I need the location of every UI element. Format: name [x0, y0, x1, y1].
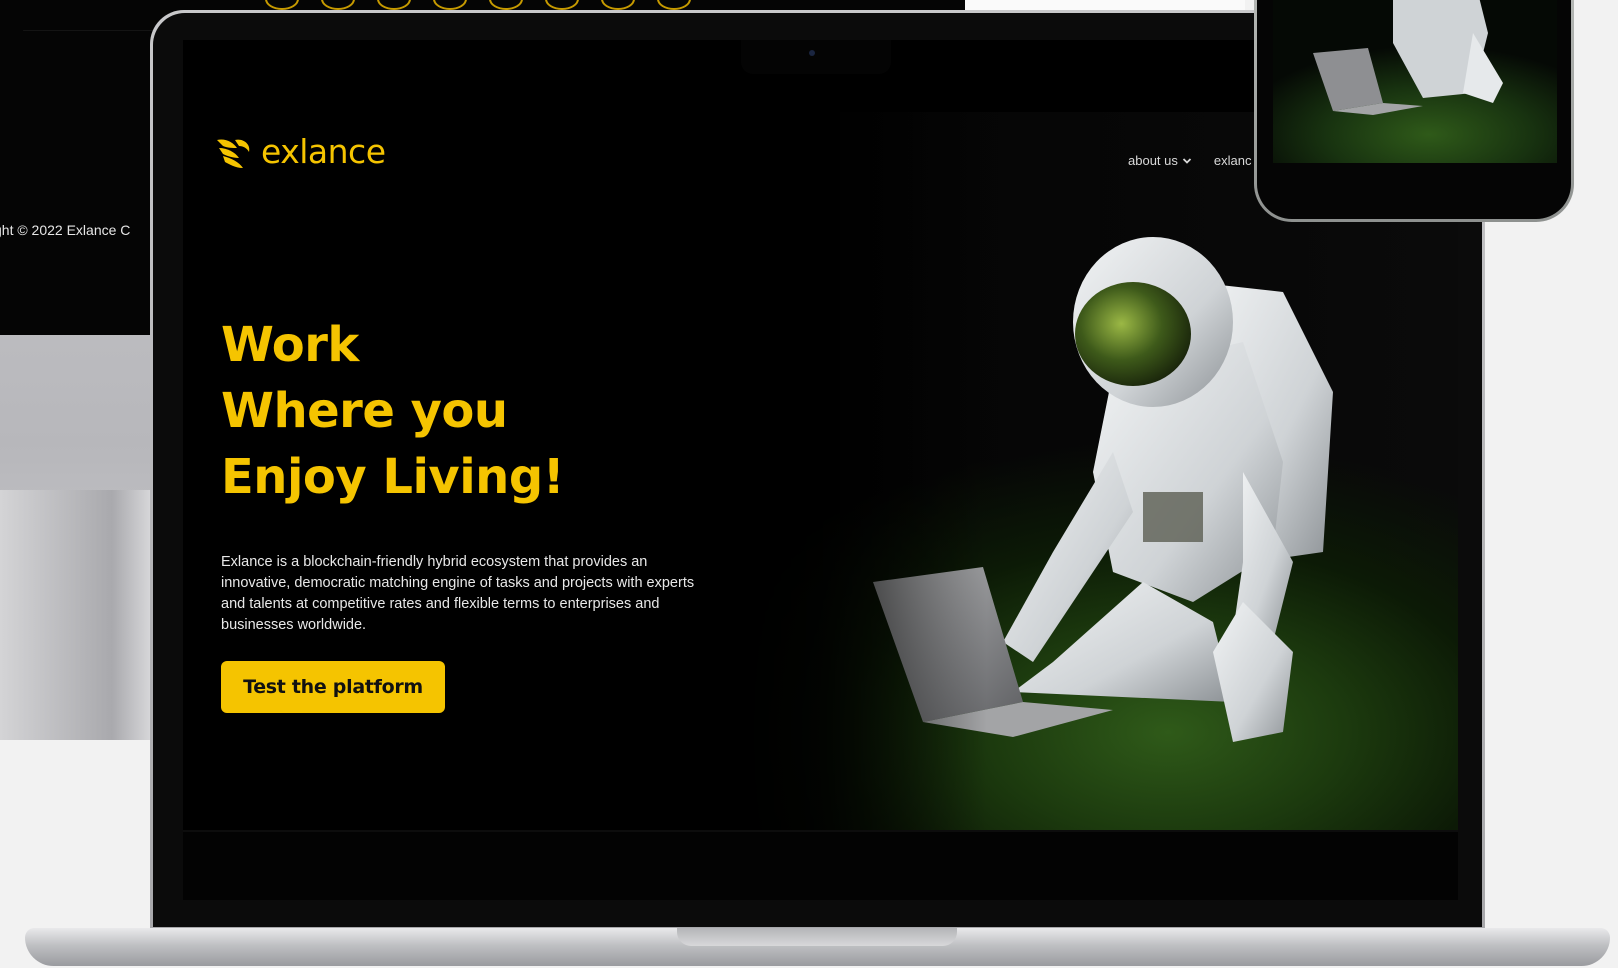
ring-decoration — [601, 0, 635, 10]
hero-description: Exlance is a blockchain-friendly hybrid … — [221, 554, 695, 633]
ring-decoration — [377, 0, 411, 10]
hero-title-line: Enjoy Living! — [221, 449, 565, 505]
background-ring-row — [265, 0, 691, 10]
laptop-base-groove — [677, 928, 957, 946]
ring-decoration — [657, 0, 691, 10]
top-navigation: about us exlanc — [1128, 153, 1251, 168]
ring-decoration — [433, 0, 467, 10]
hero-title: Work Where you Enjoy Living! — [221, 312, 565, 510]
background-copyright-text: ght © 2022 Exlance C — [0, 222, 131, 238]
laptop-base — [25, 928, 1610, 966]
test-platform-button[interactable]: Test the platform — [221, 661, 445, 713]
hero-title-line: Where you — [221, 383, 508, 439]
phone-mockup — [1254, 0, 1574, 222]
ring-decoration — [545, 0, 579, 10]
laptop-notch — [741, 40, 891, 74]
chevron-down-icon — [1182, 157, 1192, 164]
background-monitor-stand — [0, 490, 160, 740]
exlance-bird-logo-icon — [217, 138, 250, 168]
screen-bottom-band — [183, 830, 1458, 900]
ring-decoration — [265, 0, 299, 10]
ring-decoration — [489, 0, 523, 10]
nav-item-label: exlanc — [1213, 153, 1252, 168]
phone-astronaut-illustration — [1313, 0, 1503, 115]
background-top-strip — [965, 0, 1245, 10]
nav-item-label: about us — [1128, 153, 1178, 168]
nav-item-exlance[interactable]: exlanc — [1214, 153, 1252, 168]
nav-item-about-us[interactable]: about us — [1128, 153, 1192, 168]
site-logo[interactable]: exlance — [213, 132, 386, 171]
brand-name: exlance — [261, 132, 386, 171]
camera-icon — [809, 50, 815, 56]
ring-decoration — [321, 0, 355, 10]
phone-hero-image — [1273, 0, 1557, 163]
phone-screen — [1257, 0, 1571, 219]
hero-title-line: Work — [221, 317, 359, 373]
